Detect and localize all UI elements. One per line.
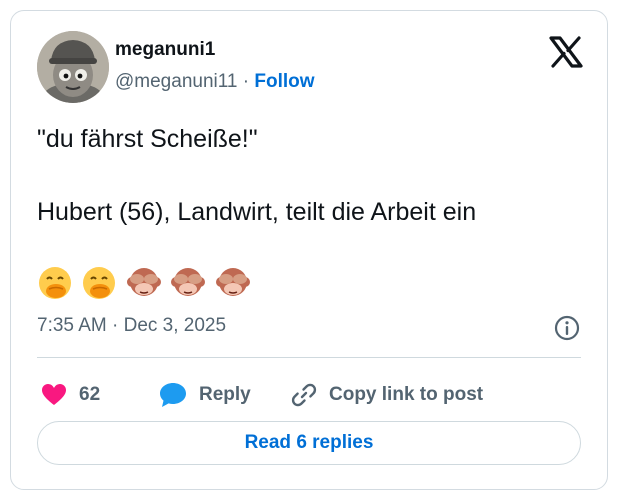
- face-with-hand-over-mouth-icon: [83, 267, 116, 299]
- author-handle-row: @meganuni11 · Follow: [115, 71, 315, 93]
- copy-link-button[interactable]: Copy link to post: [291, 375, 483, 415]
- avatar[interactable]: [37, 31, 109, 103]
- author-handle[interactable]: @meganuni11: [115, 71, 237, 92]
- info-icon[interactable]: [553, 314, 581, 342]
- divider: [37, 357, 581, 358]
- tweet-card: meganuni1 @meganuni11 · Follow "du fährs…: [10, 10, 608, 490]
- see-no-evil-monkey-icon: [126, 268, 161, 296]
- reply-label: Reply: [199, 384, 251, 405]
- reply-bubble-icon: [160, 383, 186, 407]
- x-logo-icon[interactable]: [549, 36, 583, 68]
- read-replies-button[interactable]: Read 6 replies: [37, 421, 581, 465]
- author-display-name[interactable]: meganuni1: [115, 39, 215, 61]
- see-no-evil-monkey-icon: [171, 268, 206, 296]
- handle-separator: ·: [242, 71, 250, 92]
- link-icon: [291, 383, 317, 407]
- tweet-text-line-2: Hubert (56), Landwirt, teilt die Arbeit …: [37, 198, 477, 226]
- follow-button[interactable]: Follow: [254, 71, 314, 92]
- face-with-hand-over-mouth-icon: [39, 267, 71, 299]
- tweet-timestamp[interactable]: 7:35 AM · Dec 3, 2025: [37, 315, 226, 337]
- reply-button[interactable]: Reply: [159, 375, 251, 415]
- emoji-row: [37, 265, 255, 305]
- tweet-text-line-1: "du fährst Scheiße!": [37, 125, 258, 153]
- like-count: 62: [79, 384, 101, 405]
- copy-link-label: Copy link to post: [329, 384, 484, 405]
- heart-icon: [42, 384, 66, 405]
- like-button[interactable]: 62: [41, 375, 100, 415]
- see-no-evil-monkey-icon: [215, 268, 250, 296]
